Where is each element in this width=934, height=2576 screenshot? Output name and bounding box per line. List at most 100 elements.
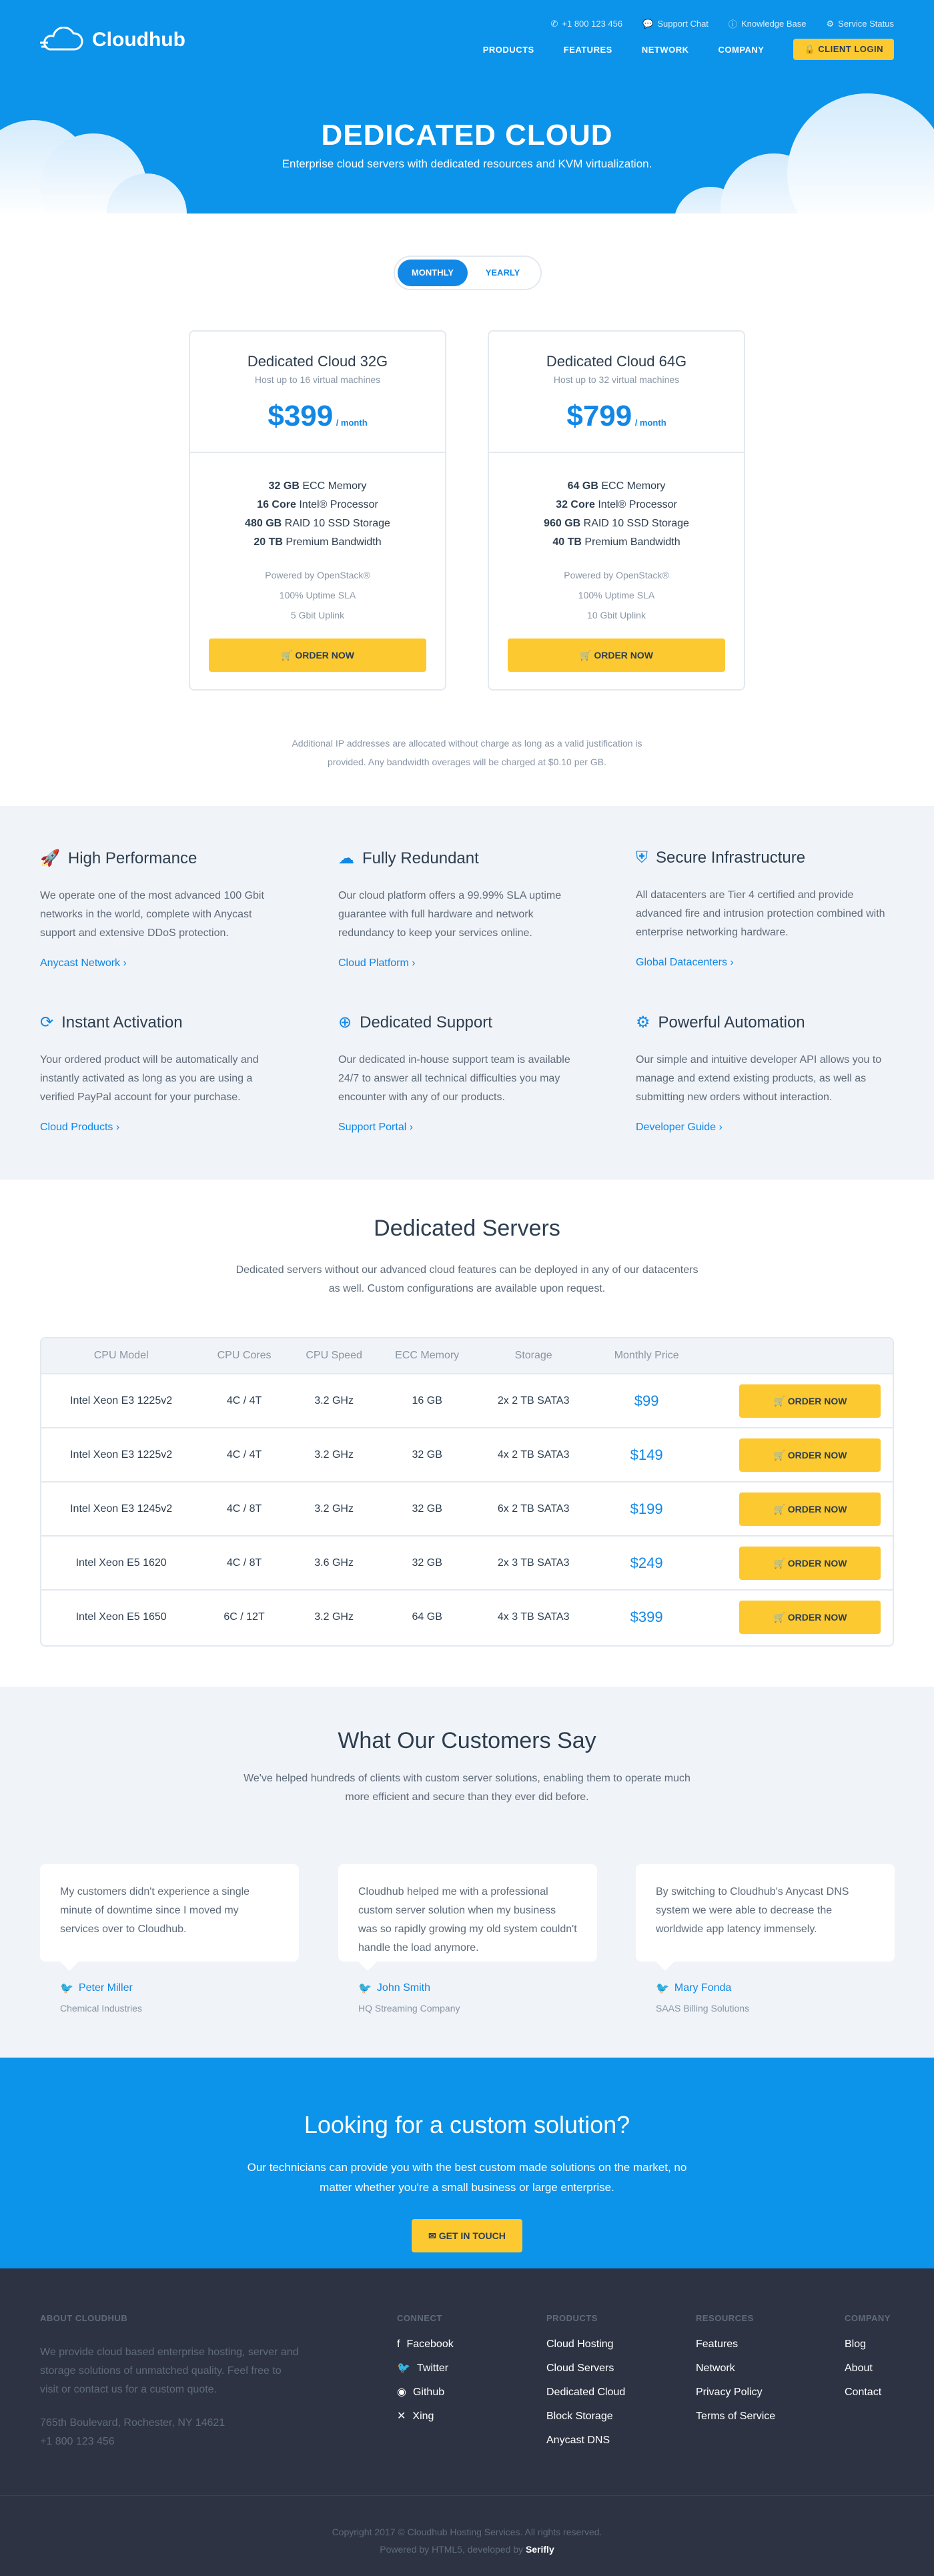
author-company: SAAS Billing Solutions [656,2003,750,2014]
footer-link[interactable]: Cloud Servers [546,2356,625,2381]
footer-link[interactable]: Features [696,2332,775,2356]
order-now-button[interactable]: 🛒 ORDER NOW [739,1492,881,1526]
spec-line: 64 GB ECC Memory [567,480,666,492]
nav-company[interactable]: COMPANY [718,45,764,55]
plan-price-period: / month [634,418,666,428]
plan-features: Powered by OpenStack® 100% Uptime SLA 5 … [190,565,445,625]
footer-link[interactable]: Privacy Policy [696,2381,775,2405]
plan-card: Dedicated Cloud 32G Host up to 16 virtua… [189,330,446,691]
divider [190,452,445,453]
table-row: Intel Xeon E5 1620 4C / 8T 3.6 GHz 32 GB 2x … [41,1535,893,1589]
feature-link[interactable]: Developer Guide › [636,1122,896,1134]
developer-link[interactable]: Serifly [526,2544,554,2555]
order-now-button[interactable]: 🛒 ORDER NOW [209,638,426,672]
cta-title: Looking for a custom solution? [304,2111,630,2138]
nav-features[interactable]: FEATURES [564,45,612,55]
logo[interactable]: Cloudhub [40,27,185,53]
billing-yearly-option[interactable]: YEARLY [468,260,538,286]
order-now-button[interactable]: 🛒 ORDER NOW [739,1600,881,1634]
footer-link-github[interactable]: ◉ Github [397,2381,454,2405]
footer-link[interactable]: Network [696,2356,775,2381]
lifebuoy-icon: ⊕ [338,1013,352,1031]
footer-link[interactable]: Contact [845,2381,891,2405]
feature-instant-activation: ⟳ Instant Activation Your ordered product… [40,1013,280,1134]
cart-icon: 🛒 [773,1611,788,1623]
status-icon: ⚙ [826,18,835,29]
feature-link[interactable]: Support Portal › [338,1122,578,1134]
client-login-button[interactable]: 🔒 CLIENT LOGIN [793,39,894,60]
footer-link-facebook[interactable]: f Facebook [397,2332,454,2356]
plan-price-amount: $399 [268,400,334,432]
table-row: Intel Xeon E3 1225v2 4C / 4T 3.2 GHz 16 GB 2… [41,1373,893,1427]
billing-monthly-option[interactable]: MONTHLY [398,260,468,286]
cart-icon: 🛒 [773,1449,788,1460]
xing-icon: ✕ [397,2411,406,2422]
order-now-button[interactable]: 🛒 ORDER NOW [739,1546,881,1580]
plan-subtitle: Host up to 32 virtual machines [553,374,680,385]
twitter-icon: 🐦 [397,2363,410,2374]
footer-link[interactable]: Cloud Hosting [546,2332,625,2356]
footer-company: COMPANY Blog About Contact [845,2313,891,2405]
footer-phone: +1 800 123 456 [40,2436,115,2447]
footer-link[interactable]: Dedicated Cloud [546,2381,625,2405]
footer-link[interactable]: Terms of Service [696,2405,775,2429]
servers-description: Dedicated servers without our advanced c… [236,1264,698,1294]
cta-section: Looking for a custom solution? Our techn… [0,2058,934,2268]
twitter-icon: 🐦 [656,1983,669,1994]
testimonials-title: What Our Customers Say [338,1728,596,1753]
footer-heading: PRODUCTS [546,2313,598,2323]
author-name[interactable]: Mary Fonda [674,1982,731,1994]
plan-price: $399 / month [190,400,445,433]
cart-icon: 🛒 [281,650,296,661]
feature-link[interactable]: Cloud Platform › [338,957,578,969]
plan-feature: 5 Gbit Uplink [290,610,345,620]
plan-price-period: / month [336,418,368,428]
facebook-icon: f [397,2338,400,2350]
feature-link[interactable]: Anycast Network › [40,957,280,969]
table-header: CPU Model CPU Cores CPU Speed ECC Memory… [41,1338,893,1373]
plan-name: Dedicated Cloud 64G [546,353,687,370]
plan-feature: Powered by OpenStack® [564,570,669,580]
footer-link-twitter[interactable]: 🐦 Twitter [397,2356,454,2381]
spec-line: 40 TB Premium Bandwidth [552,536,680,548]
order-now-button[interactable]: 🛒 ORDER NOW [508,638,725,672]
table-row: Intel Xeon E5 1650 6C / 12T 3.2 GHz 64 GB 4x… [41,1589,893,1643]
feature-link[interactable]: Cloud Products › [40,1122,280,1134]
testimonial-quote: Cloudhub helped me with a professional c… [338,1864,597,1971]
plan-card: Dedicated Cloud 64G Host up to 32 virtua… [488,330,745,691]
servers-title: Dedicated Servers [374,1216,560,1241]
plan-specs: 32 GB ECC Memory 16 Core Intel® Processo… [190,477,445,552]
author-company: HQ Streaming Company [358,2003,460,2014]
get-in-touch-button[interactable]: ✉ GET IN TOUCH [412,2219,522,2252]
topbar-support-chat[interactable]: 💬 Support Chat [642,17,709,30]
testimonials-description: We've helped hundreds of clients with cu… [244,1773,690,1803]
order-now-button[interactable]: 🛒 ORDER NOW [739,1438,881,1472]
testimonial-author: 🐦 Peter Miller Chemical Industries [60,1982,142,2014]
footer-about-text: We provide cloud based enterprise hostin… [40,2346,299,2395]
main-nav: PRODUCTS FEATURES NETWORK COMPANY 🔒 CLIE… [483,39,894,60]
order-now-button[interactable]: 🛒 ORDER NOW [739,1384,881,1418]
mail-icon: ✉ [428,2230,439,2241]
pricing-note: Additional IP addresses are allocated wi… [292,738,642,767]
nav-products[interactable]: PRODUCTS [483,45,534,55]
chat-icon: 💬 [642,18,654,29]
features-section: 🚀 High Performance We operate one of the … [0,806,934,1180]
topbar-service-status[interactable]: ⚙ Service Status [827,17,894,30]
cloud-logo-icon [40,27,83,51]
topbar-phone[interactable]: ✆ +1 800 123 456 [550,17,622,30]
footer-link[interactable]: Anycast DNS [546,2429,625,2453]
github-icon: ◉ [397,2387,406,2398]
nav-network[interactable]: NETWORK [642,45,689,55]
author-name[interactable]: John Smith [377,1982,430,1994]
cta-text: Our technicians can provide you with the… [247,2161,687,2194]
phone-icon: ✆ [550,18,558,29]
testimonials-section: What Our Customers Say We've helped hund… [0,1687,934,2058]
footer-link-xing[interactable]: ✕ Xing [397,2405,454,2429]
author-name[interactable]: Peter Miller [79,1982,133,1994]
footer-link[interactable]: Blog [845,2332,891,2356]
topbar-knowledge-base[interactable]: ⓘ Knowledge Base [729,17,807,30]
footer-link[interactable]: About [845,2356,891,2381]
page-subtitle: Enterprise cloud servers with dedicated … [282,157,652,170]
feature-link[interactable]: Global Datacenters › [636,957,896,969]
footer-link[interactable]: Block Storage [546,2405,625,2429]
